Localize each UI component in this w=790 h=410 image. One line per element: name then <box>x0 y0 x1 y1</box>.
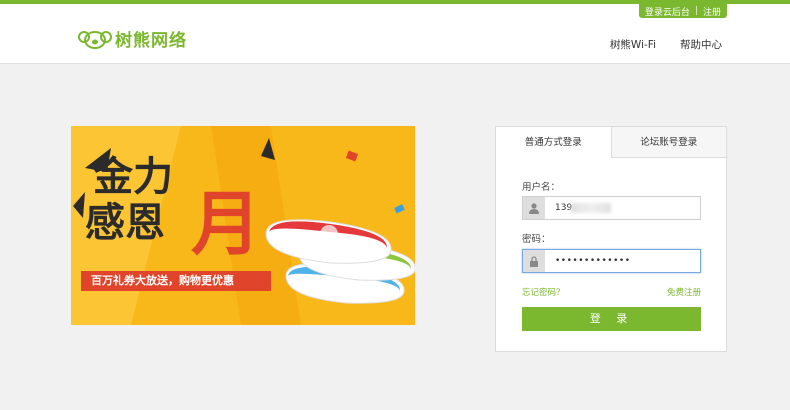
username-field[interactable] <box>522 196 701 220</box>
login-tabs: 普通方式登录 论坛账号登录 <box>496 127 726 158</box>
free-register-link[interactable]: 免费注册 <box>667 286 701 298</box>
nav-item-help[interactable]: 帮助中心 <box>680 37 722 52</box>
site-header: 登录云后台 | 注册 树熊网络 树熊Wi-Fi 帮助中心 <box>0 4 790 64</box>
lock-icon <box>523 250 545 272</box>
tab-standard-login[interactable]: 普通方式登录 <box>496 127 611 158</box>
tab-forum-login[interactable]: 论坛账号登录 <box>610 127 726 158</box>
headline-line2: 感恩 <box>85 200 165 246</box>
headline-big: 月 <box>191 183 261 265</box>
main-nav: 树熊Wi-Fi 帮助中心 <box>586 37 722 52</box>
console-login-link[interactable]: 登录云后台 <box>645 5 690 18</box>
separator: | <box>694 6 698 16</box>
user-icon <box>523 197 545 219</box>
username-label: 用户名： <box>522 182 561 193</box>
login-button[interactable]: 登 录 <box>522 307 701 331</box>
banner-artwork: 金力 感恩 月 <box>71 126 415 325</box>
register-link[interactable]: 注册 <box>703 5 721 18</box>
login-panel: 普通方式登录 论坛账号登录 用户名： 密码： 忘记密码？ 免费注册 登 录 <box>495 126 727 352</box>
forgot-password-link[interactable]: 忘记密码？ <box>522 286 565 298</box>
logo[interactable]: 树熊网络 <box>78 26 187 51</box>
banner-slogan: 百万礼券大放送，购物更优惠 <box>81 271 271 291</box>
username-input[interactable] <box>545 197 700 219</box>
koala-logo-icon <box>78 30 112 49</box>
top-links: 登录云后台 | 注册 <box>638 4 727 18</box>
logo-text: 树熊网络 <box>115 31 187 51</box>
nav-item-wifi[interactable]: 树熊Wi-Fi <box>610 37 656 52</box>
headline-line1: 金力 <box>92 154 173 200</box>
password-label: 密码： <box>522 234 551 245</box>
password-field[interactable] <box>522 249 701 273</box>
password-input[interactable] <box>545 250 700 272</box>
promo-banner[interactable]: 金力 感恩 月 百万礼券大放送，购物更优惠 <box>71 126 415 325</box>
login-links: 忘记密码？ 免费注册 <box>522 286 701 298</box>
redacted-number <box>571 203 611 213</box>
